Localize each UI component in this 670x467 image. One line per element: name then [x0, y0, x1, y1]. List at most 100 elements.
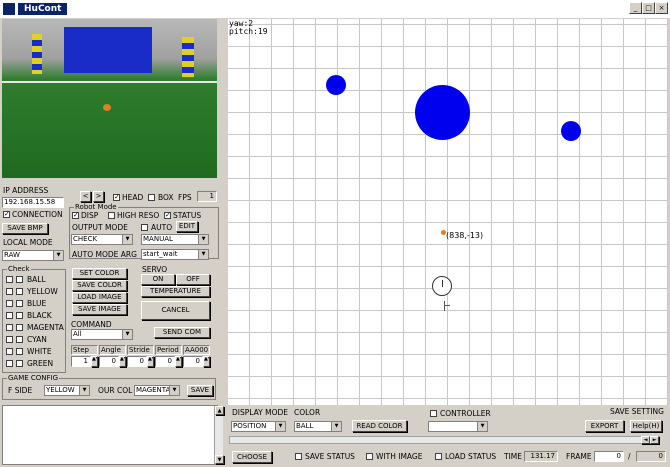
check-yellow-checkbox-a[interactable]	[6, 288, 13, 295]
help-button[interactable]: Help(H)	[630, 420, 662, 432]
timeline-scrollbar[interactable]: ◄ ►	[229, 436, 660, 444]
ball-marker-label: (838,-13)	[446, 231, 484, 240]
with-image-label: WITH IMAGE	[376, 452, 423, 461]
command-select[interactable]: All ▼	[71, 329, 133, 340]
next-button[interactable]: >	[93, 191, 104, 202]
connection-label: CONNECTION	[12, 210, 63, 219]
color-select[interactable]: BALL ▼	[294, 421, 342, 432]
frame-label: FRAME	[566, 452, 592, 461]
frame-input[interactable]: 0	[594, 451, 624, 462]
disp-checkbox[interactable]	[72, 211, 79, 219]
minimize-button[interactable]: _	[629, 2, 642, 14]
manual-mode-select[interactable]: MANUAL ▼	[141, 234, 209, 245]
check-ball-checkbox-a[interactable]	[6, 276, 13, 283]
status-checkbox[interactable]	[164, 211, 171, 219]
maximize-button[interactable]: □	[642, 2, 655, 14]
camera-view	[2, 19, 217, 178]
robot-icon	[432, 276, 452, 296]
local-mode-select[interactable]: RAW ▼	[2, 250, 64, 261]
controller-label: CONTROLLER	[440, 409, 491, 418]
servo-on-button[interactable]: ON	[141, 274, 175, 285]
check-white-checkbox-a[interactable]	[6, 348, 13, 355]
box-checkbox[interactable]	[148, 194, 155, 201]
chevron-down-icon: ▼	[275, 422, 285, 431]
check-yellow-checkbox-b[interactable]	[16, 288, 23, 295]
check-magenta-checkbox-a[interactable]	[6, 324, 13, 331]
head-checkbox[interactable]	[113, 193, 120, 201]
check-black-checkbox-b[interactable]	[16, 312, 23, 319]
auto-mode-arg-select[interactable]: start_wait ▼	[141, 249, 209, 260]
scroll-left-icon[interactable]: ◄	[641, 436, 650, 444]
check-black-checkbox-a[interactable]	[6, 312, 13, 319]
save-image-button[interactable]: SAVE IMAGE	[72, 304, 127, 315]
param-header: Period	[155, 345, 182, 355]
param-value-input[interactable]: 0	[99, 356, 119, 367]
frame-separator: /	[628, 452, 631, 461]
param-spinner[interactable]: ▲▼	[119, 356, 126, 367]
export-button[interactable]: EXPORT	[585, 420, 624, 432]
log-textbox[interactable]	[2, 405, 218, 465]
param-spinner[interactable]: ▲▼	[175, 356, 182, 367]
send-com-button[interactable]: SEND COM	[154, 327, 210, 338]
load-image-button[interactable]: LOAD IMAGE	[72, 292, 127, 303]
param-spinner[interactable]: ▲▼	[91, 356, 98, 367]
field-map[interactable]: yaw:2 pitch:19 (838,-13)	[228, 19, 668, 405]
check-white-checkbox-b[interactable]	[16, 348, 23, 355]
f-side-select[interactable]: YELLOW ▼	[44, 385, 90, 396]
output-mode-select[interactable]: CHECK ▼	[71, 234, 133, 245]
check-cyan-checkbox-a[interactable]	[6, 336, 13, 343]
ip-address-input[interactable]: 192.168.15.58	[2, 197, 64, 208]
with-image-checkbox[interactable]	[366, 453, 373, 460]
edit-button[interactable]: EDIT	[176, 221, 198, 232]
choose-button[interactable]: CHOOSE	[232, 451, 272, 463]
param-spinner[interactable]: ▲▼	[147, 356, 154, 367]
auto-mode-arg-value: start_wait	[143, 250, 178, 258]
save-config-button[interactable]: SAVE	[187, 385, 213, 396]
load-status-checkbox[interactable]	[435, 453, 442, 460]
manual-mode-value: MANUAL	[143, 235, 173, 243]
param-value-input[interactable]: 0	[183, 356, 203, 367]
save-status-checkbox[interactable]	[295, 453, 302, 460]
prev-button[interactable]: <	[80, 191, 91, 202]
display-mode-select[interactable]: POSITION ▼	[231, 421, 286, 432]
disp-label: DISP	[81, 211, 99, 220]
check-group: Check	[2, 265, 66, 373]
check-green-checkbox-b[interactable]	[16, 360, 23, 367]
controller-checkbox[interactable]	[430, 410, 437, 417]
param-value-input[interactable]: 0	[155, 356, 175, 367]
check-blue-checkbox-b[interactable]	[16, 300, 23, 307]
servo-off-button[interactable]: OFF	[176, 274, 210, 285]
connection-checkbox[interactable]	[3, 210, 10, 218]
auto-checkbox[interactable]	[141, 224, 148, 231]
scroll-up-icon[interactable]: ▲	[215, 406, 224, 415]
cancel-button[interactable]: CANCEL	[141, 301, 210, 320]
save-color-button[interactable]: SAVE COLOR	[72, 280, 127, 291]
high-reso-checkbox[interactable]	[108, 212, 115, 219]
check-magenta-checkbox-b[interactable]	[16, 324, 23, 331]
param-value-input[interactable]: 1	[71, 356, 91, 367]
check-green-label: GREEN	[27, 359, 54, 368]
scroll-right-icon[interactable]: ►	[650, 436, 659, 444]
scroll-down-icon[interactable]: ▼	[215, 455, 224, 464]
controller-select[interactable]: ▼	[428, 421, 488, 432]
fps-label: FPS	[178, 193, 192, 202]
param-spinner[interactable]: ▲▼	[203, 356, 210, 367]
check-cyan-checkbox-b[interactable]	[16, 336, 23, 343]
save-bmp-button[interactable]: SAVE BMP	[2, 223, 48, 234]
log-scrollbar[interactable]: ▲ ▼	[214, 406, 224, 464]
check-ball-checkbox-b[interactable]	[16, 276, 23, 283]
field-line	[2, 81, 217, 83]
set-color-button[interactable]: SET COLOR	[72, 268, 127, 279]
pitch-readout: pitch:19	[229, 27, 268, 36]
pose-readout: yaw:2 pitch:19	[229, 20, 268, 36]
our-col-select[interactable]: MAGENTA ▼	[134, 385, 180, 396]
param-header: Stride	[127, 345, 154, 355]
close-button[interactable]: ×	[655, 2, 668, 14]
check-blue-checkbox-a[interactable]	[6, 300, 13, 307]
temperature-button[interactable]: TEMPERATURE	[141, 286, 210, 297]
check-green-checkbox-a[interactable]	[6, 360, 13, 367]
output-mode-value: CHECK	[73, 235, 98, 243]
param-value-input[interactable]: 0	[127, 356, 147, 367]
color-value: BALL	[296, 422, 314, 430]
read-color-button[interactable]: READ COLOR	[352, 420, 407, 432]
